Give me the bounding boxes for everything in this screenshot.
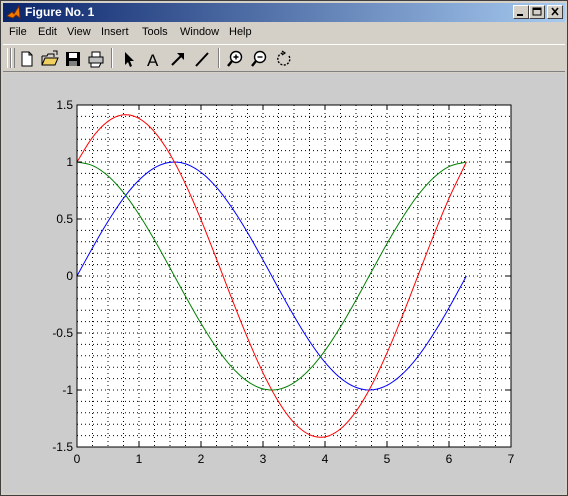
toolbar: A: [3, 44, 565, 72]
print-icon: [88, 51, 104, 68]
minimize-icon: [517, 14, 523, 16]
close-icon: [551, 7, 559, 16]
x-tick-label: 0: [74, 452, 81, 466]
open-folder-icon: [41, 50, 59, 66]
save-button[interactable]: [62, 48, 84, 70]
new-figure-button[interactable]: [16, 48, 38, 70]
y-tick-label: -0.5: [52, 326, 73, 340]
x-tick-label: 6: [446, 452, 453, 466]
text-tool-icon: A: [147, 51, 159, 70]
menu-tools[interactable]: Tools: [142, 26, 168, 38]
x-tick-label: 7: [508, 452, 515, 466]
maximize-icon: [532, 7, 542, 16]
y-tick-label: 0: [66, 269, 73, 283]
x-tick-label: 1: [136, 452, 143, 466]
y-tick-label: 1.5: [56, 98, 73, 112]
arrow-tool-icon: [171, 53, 184, 66]
figure-canvas: 0 1 2 3 4 5 6 7 -1.5 -1 -0.5 0 0.5 1 1.5: [3, 73, 565, 493]
x-tick-label: 3: [260, 452, 267, 466]
rotate-icon: [277, 50, 291, 66]
title-bar[interactable]: Figure No. 1: [3, 3, 565, 22]
window-title: Figure No. 1: [25, 5, 95, 19]
save-icon: [66, 52, 80, 66]
menu-window[interactable]: Window: [180, 26, 219, 38]
menu-insert[interactable]: Insert: [101, 26, 129, 38]
insert-line-button[interactable]: [191, 48, 213, 70]
plot-svg: 0 1 2 3 4 5 6 7 -1.5 -1 -0.5 0 0.5 1 1.5: [52, 98, 515, 466]
insert-arrow-button[interactable]: [167, 48, 189, 70]
toolbar-grip-2[interactable]: [11, 48, 15, 68]
new-file-icon: [21, 51, 33, 67]
menu-edit[interactable]: Edit: [38, 26, 57, 38]
close-button[interactable]: [547, 5, 563, 19]
y-tick-label: 1: [66, 155, 73, 169]
zoom-in-button[interactable]: [224, 48, 246, 70]
zoom-out-icon: [251, 50, 267, 67]
menu-help[interactable]: Help: [229, 26, 252, 38]
zoom-out-button[interactable]: [248, 48, 270, 70]
x-tick-label: 4: [322, 452, 329, 466]
zoom-in-icon: [227, 50, 243, 67]
rotate-3d-button[interactable]: [273, 48, 295, 70]
y-tick-label: 0.5: [56, 212, 73, 226]
edit-plot-button[interactable]: [117, 48, 139, 70]
line-tool-icon: [195, 52, 209, 67]
arrow-pointer-icon: [125, 52, 134, 67]
open-file-button[interactable]: [39, 48, 61, 70]
matlab-logo-icon: [6, 5, 21, 19]
print-button[interactable]: [85, 48, 107, 70]
svg-text:A: A: [147, 51, 159, 70]
y-tick-label: -1: [62, 383, 73, 397]
toolbar-separator-2: [218, 48, 220, 68]
minimize-button[interactable]: [513, 5, 529, 19]
x-tick-label: 5: [384, 452, 391, 466]
menu-view[interactable]: View: [67, 26, 91, 38]
toolbar-separator: [111, 48, 113, 68]
maximize-button[interactable]: [529, 5, 545, 19]
menu-bar: File Edit View Insert Tools Window Help: [3, 23, 565, 43]
x-tick-label: 2: [198, 452, 205, 466]
menu-file[interactable]: File: [9, 26, 27, 38]
insert-text-button[interactable]: A: [142, 48, 164, 70]
y-tick-label: -1.5: [52, 440, 73, 454]
figure-window: Figure No. 1 File Edit View Insert Tools…: [0, 0, 568, 496]
